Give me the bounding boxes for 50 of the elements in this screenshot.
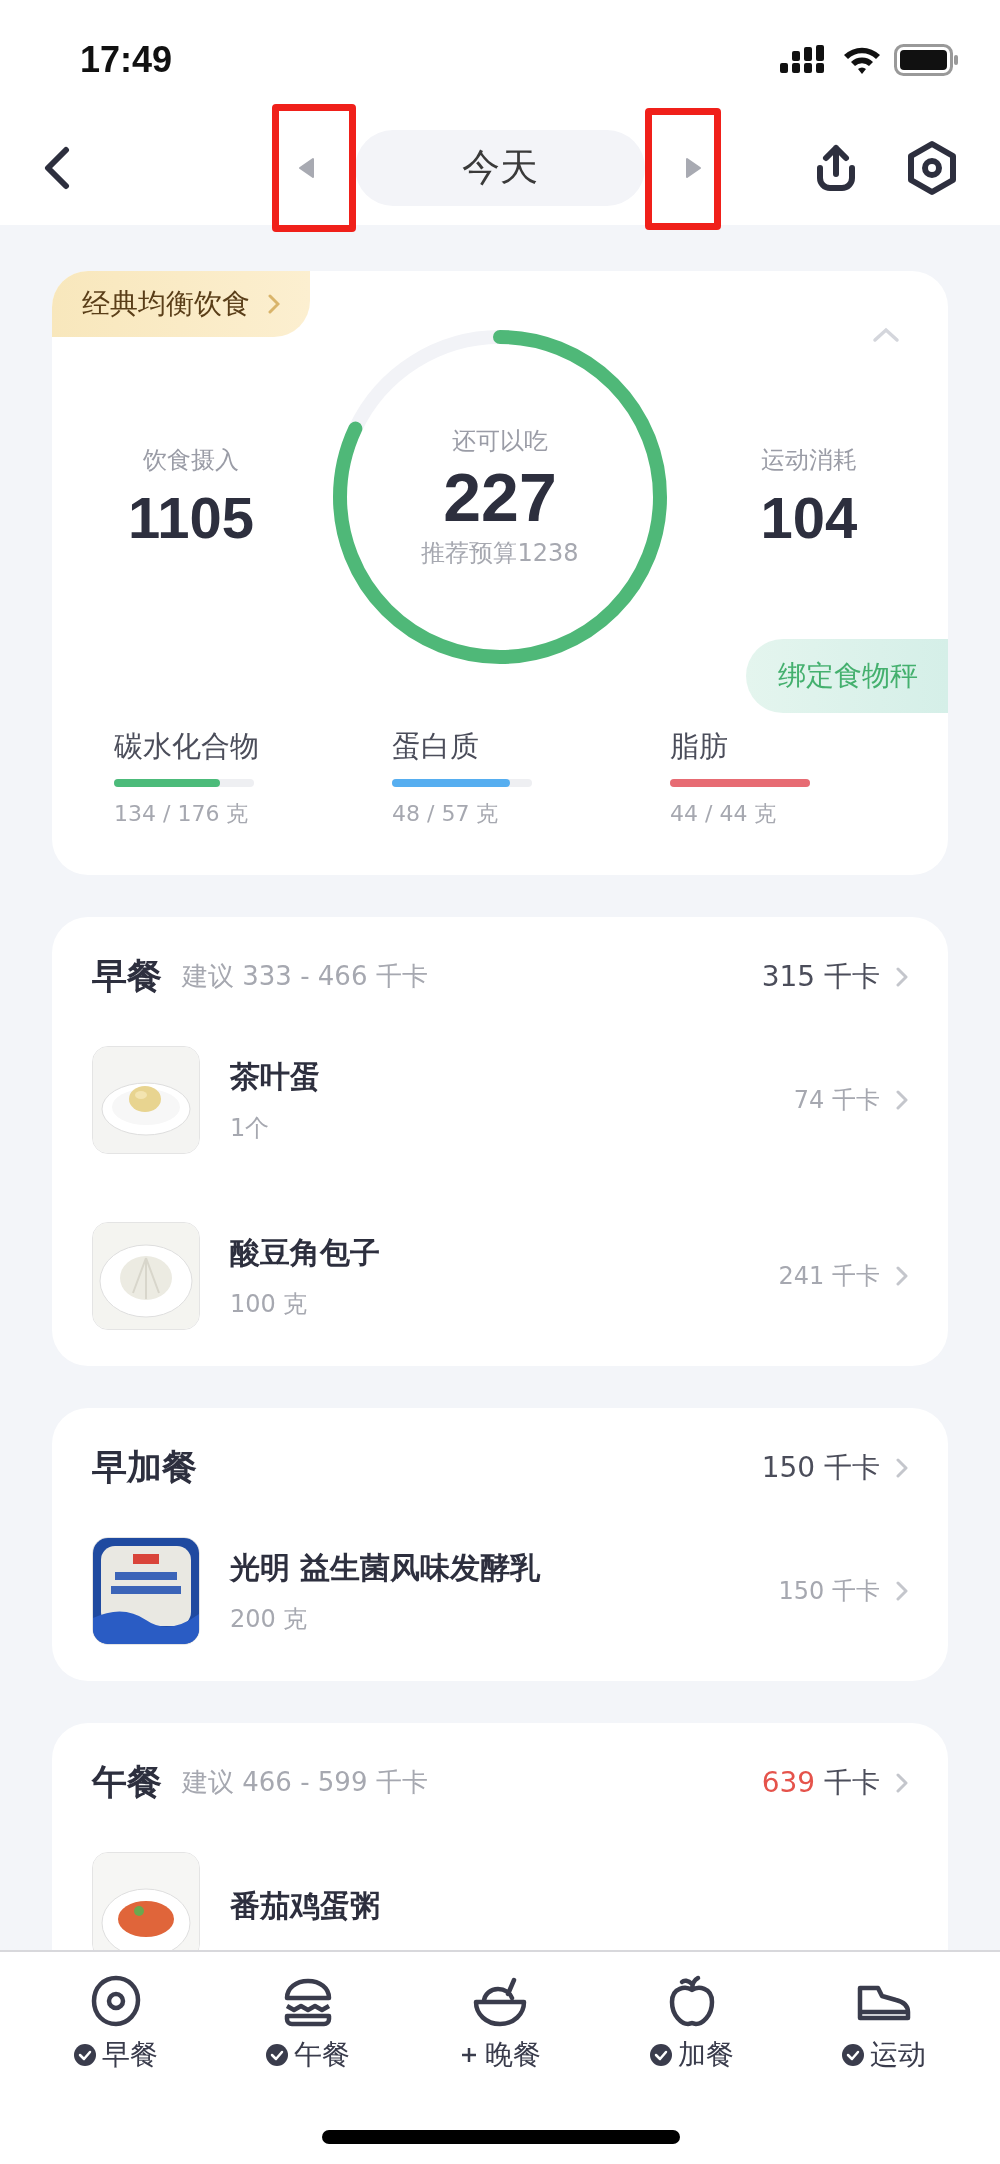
nav-tab[interactable]: 午餐 [233, 1972, 383, 2074]
check-icon [74, 2044, 96, 2066]
meal-suggestion: 建议 466 - 599 千卡 [182, 1766, 429, 1799]
budget-text: 推荐预算1238 [421, 538, 579, 569]
chevron-right-icon [896, 1090, 908, 1110]
macro-name: 蛋白质 [392, 728, 480, 765]
check-icon [650, 2044, 672, 2066]
macro-name: 碳水化合物 [114, 728, 260, 765]
date-button[interactable]: 今天 [355, 129, 645, 206]
chevron-right-icon [268, 294, 280, 314]
stat-value: 104 [760, 483, 858, 551]
nav-tab[interactable]: 运动 [809, 1972, 959, 2074]
nav-tab[interactable]: 晚餐 [425, 1972, 575, 2074]
macro-reading: 134 / 176 克 [114, 800, 250, 828]
nav-tab[interactable]: 早餐 [41, 1972, 191, 2074]
food-name: 酸豆角包子 [230, 1233, 381, 1272]
chevron-right-icon [896, 1266, 908, 1286]
check-icon [266, 2044, 288, 2066]
food-amount: 100 克 [230, 1288, 309, 1320]
food-name: 茶叶蛋 [230, 1057, 321, 1096]
plus-icon [459, 2045, 479, 2065]
stat-label: 运动消耗 [761, 444, 857, 476]
wifi-icon [842, 45, 882, 75]
meal-title: 午餐 [92, 1761, 162, 1804]
diet-plan-button[interactable]: 经典均衡饮食 [52, 271, 310, 337]
chevron-right-icon [896, 1581, 908, 1601]
check-icon [842, 2044, 864, 2066]
nav-tab[interactable]: 加餐 [617, 1972, 767, 2074]
meal-title: 早加餐 [92, 1446, 197, 1489]
battery-icon [894, 44, 960, 76]
food-name: 番茄鸡蛋粥 [230, 1886, 381, 1925]
food-amount: 200 克 [230, 1603, 309, 1635]
remaining-value: 227 [443, 463, 557, 531]
chevron-right-icon [896, 1772, 908, 1793]
stat-value: 1105 [128, 483, 254, 551]
stat-label: 还可以吃 [452, 426, 548, 457]
food-amount: 1个 [230, 1112, 271, 1144]
meal-total-button[interactable]: 315 千卡 [761, 957, 908, 996]
chevron-right-icon [896, 1457, 908, 1478]
macro-reading: 48 / 57 克 [392, 800, 500, 828]
status-time: 17:49 [80, 38, 173, 81]
meal-total-button[interactable]: 639 千卡 [761, 1763, 908, 1802]
macro-reading: 44 / 44 克 [670, 800, 778, 828]
meal-total-button[interactable]: 150 千卡 [761, 1448, 908, 1487]
stat-label: 饮食摄入 [143, 444, 239, 476]
chevron-right-icon [896, 966, 908, 987]
meal-suggestion: 建议 333 - 466 千卡 [182, 960, 429, 993]
food-name: 光明 益生菌风味发酵乳 [230, 1548, 542, 1587]
meal-title: 早餐 [92, 955, 162, 998]
macro-name: 脂肪 [670, 728, 729, 765]
